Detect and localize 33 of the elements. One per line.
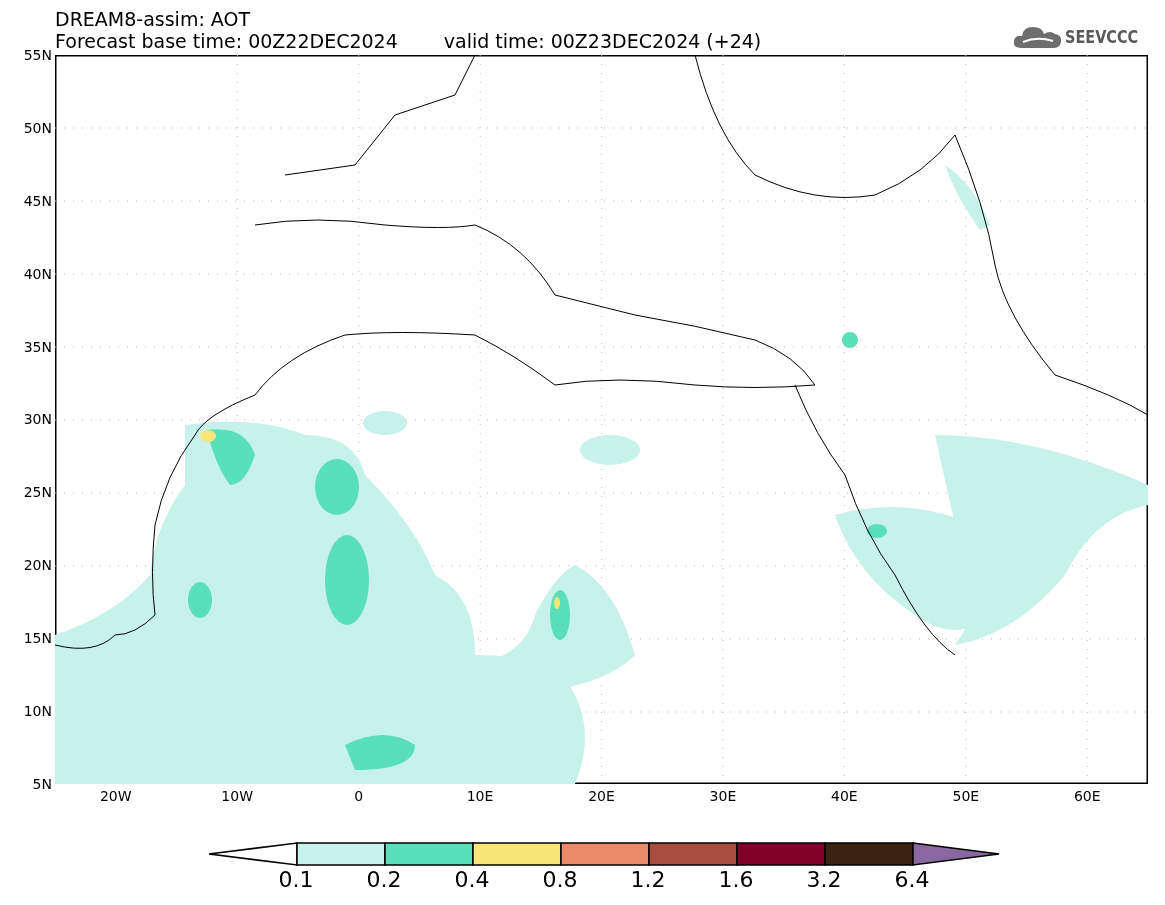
longitude-label: 20W bbox=[99, 788, 132, 804]
colorbar-label: 6.4 bbox=[894, 868, 930, 892]
longitude-label: 40E bbox=[831, 788, 858, 804]
latitude-label: 20N bbox=[23, 557, 52, 574]
latitude-label: 25N bbox=[23, 484, 52, 501]
longitude-label: 10E bbox=[466, 788, 494, 804]
colorbar-label: 0.2 bbox=[366, 868, 402, 892]
latitude-label: 55N bbox=[23, 47, 52, 63]
colorbar-label: 0.4 bbox=[454, 868, 490, 892]
latitude-label: 5N bbox=[32, 775, 52, 792]
logo-text: SEEVCCC bbox=[1064, 27, 1139, 47]
valid-time-label: valid time: 00Z23DEC2024 (+24) bbox=[443, 30, 762, 52]
latitude-label: 15N bbox=[23, 630, 52, 647]
longitude-label: 20E bbox=[588, 788, 615, 804]
latitude-label: 35N bbox=[23, 338, 52, 355]
latitude-label: 10N bbox=[23, 703, 52, 719]
longitude-label: 0 bbox=[354, 788, 364, 804]
base-time-label: Forecast base time: 00Z22DEC2024 bbox=[55, 30, 398, 52]
colorbar-label: 0.8 bbox=[542, 868, 578, 892]
colorbar-label: 1.2 bbox=[630, 868, 666, 892]
latitude-label: 30N bbox=[23, 411, 52, 428]
latitude-label: 45N bbox=[23, 192, 52, 209]
longitude-label: 60E bbox=[1073, 788, 1101, 804]
colorbar-label: 1.6 bbox=[718, 868, 754, 892]
map-title: DREAM8-assim: AOT bbox=[55, 8, 252, 30]
latitude-label: 40N bbox=[23, 265, 52, 282]
latitude-label: 50N bbox=[23, 119, 52, 136]
colorbar-label: 0.1 bbox=[278, 868, 314, 892]
longitude-label: 50E bbox=[952, 788, 980, 804]
cloud-icon bbox=[1012, 24, 1063, 50]
longitude-label: 30E bbox=[709, 788, 737, 804]
longitude-label: 10W bbox=[221, 788, 253, 804]
colorbar-label: 3.2 bbox=[806, 868, 842, 892]
